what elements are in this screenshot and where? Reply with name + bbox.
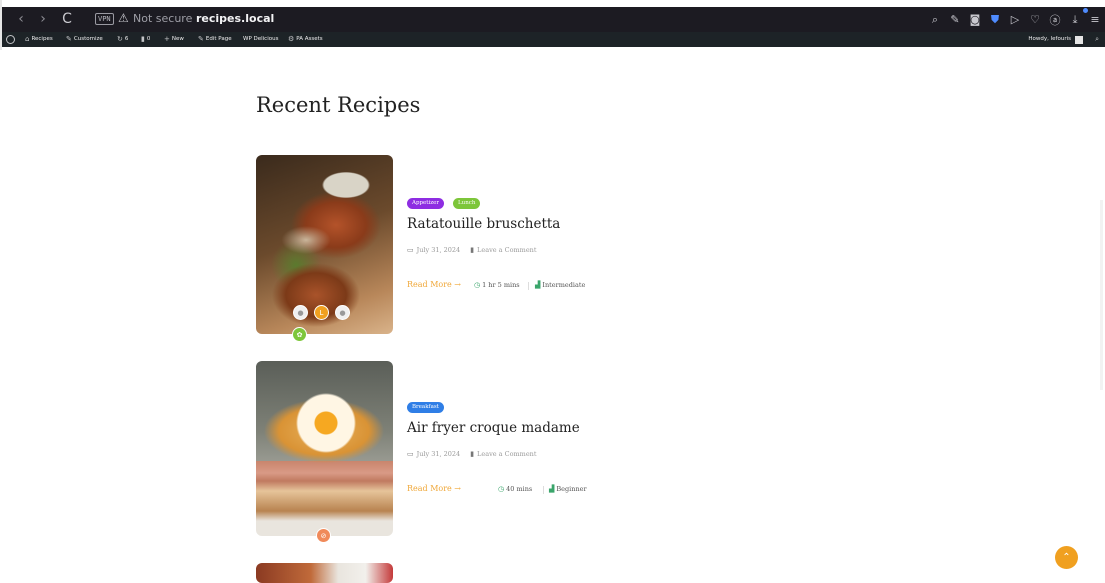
plus-icon: + [164, 35, 170, 43]
adminbar-edit-page[interactable]: ✎ Edit Page [198, 32, 232, 47]
security-status[interactable]: Not secure [133, 12, 192, 25]
menu-icon[interactable]: ≡ [1085, 13, 1105, 26]
comment-icon: ▮ [470, 450, 475, 458]
page-title: Recent Recipes [256, 93, 421, 117]
difficulty: ▟ Beginner [549, 485, 587, 493]
calendar-icon: ▭ [407, 246, 414, 254]
cook-time: ◷ 40 mins [498, 485, 533, 493]
tag-breakfast[interactable]: Breakfast [407, 402, 444, 413]
recipe-image-partial[interactable] [256, 563, 393, 583]
comment-icon: ▮ [141, 35, 145, 43]
adminbar-updates[interactable]: ↻ 6 [117, 32, 128, 47]
tag-lunch[interactable]: Lunch [453, 198, 481, 209]
search-zoom-icon[interactable]: ⌕ [925, 13, 945, 27]
warning-icon[interactable]: ⚠ [118, 11, 129, 25]
reload-icon[interactable]: C [58, 10, 76, 28]
recipe-title[interactable]: Ratatouille bruschetta [407, 216, 560, 232]
pencil-icon: ✎ [198, 35, 204, 43]
tag-appetizer[interactable]: Appetizer [407, 198, 445, 209]
recipe-meta: ▭ July 31, 2024 ▮ Leave a Comment [407, 246, 536, 254]
nut-badge-icon: ● [335, 305, 350, 320]
adminbar-customize[interactable]: ✎ Customize [66, 32, 103, 47]
divider [543, 486, 544, 494]
adminbar-site-name[interactable]: ⌂ Recipes [25, 32, 53, 47]
adminbar-pa-assets[interactable]: ⚙ PA Assets [288, 32, 323, 47]
adminbar-account[interactable]: Howdy, lefouris [1028, 32, 1083, 47]
recipe-date[interactable]: July 31, 2024 [417, 450, 461, 458]
browser-icons: ⌕ ✎ ◙ ⛊ ▷ ♡ ⓐ ⤓ ≡ [925, 7, 1105, 32]
vegan-badge-icon: ● [293, 305, 308, 320]
gear-icon: ⚙ [288, 35, 295, 43]
adminbar-new[interactable]: + New [164, 32, 184, 47]
send-icon[interactable]: ▷ [1005, 13, 1025, 26]
updates-icon: ↻ [117, 35, 123, 43]
leave-comment-link[interactable]: Leave a Comment [477, 450, 536, 458]
adminbar-wp-delicious[interactable]: WP Delicious [243, 32, 278, 47]
difficulty: ▟ Intermediate [535, 281, 586, 289]
read-more-link[interactable]: Read More → [407, 484, 461, 493]
camera-icon[interactable]: ◙ [965, 13, 985, 26]
read-more-link[interactable]: Read More → [407, 280, 461, 289]
lactose-badge-icon: L [314, 305, 329, 320]
download-icon[interactable]: ⤓ [1065, 13, 1085, 27]
leave-comment-link[interactable]: Leave a Comment [477, 246, 536, 254]
page-scrollbar[interactable] [1100, 200, 1103, 390]
browser-toolbar: ‹ › C VPN ⚠ Not secure recipes.local ⌕ ✎… [0, 7, 1105, 32]
heart-icon[interactable]: ♡ [1025, 13, 1045, 26]
back-icon[interactable]: ‹ [12, 10, 30, 28]
scroll-to-top-button[interactable]: ⌃ [1055, 546, 1078, 569]
chevron-up-icon: ⌃ [1062, 552, 1071, 563]
comment-icon: ▮ [470, 246, 475, 254]
shield-icon[interactable]: ⛊ [985, 13, 1005, 27]
difficulty-bars-icon: ▟ [535, 281, 541, 289]
top-margin [0, 0, 1105, 7]
home-icon: ⌂ [25, 35, 30, 43]
leaf-badge-icon: ✿ [292, 327, 307, 342]
window-edge [0, 0, 2, 50]
edit-icon[interactable]: ✎ [945, 13, 965, 26]
avatar [1075, 35, 1083, 44]
recipe-meta: ▭ July 31, 2024 ▮ Leave a Comment [407, 450, 536, 458]
recipe-image-air-fryer-croque-madame[interactable] [256, 361, 393, 536]
download-badge [1083, 8, 1088, 13]
recipe-title[interactable]: Air fryer croque madame [407, 420, 580, 436]
calendar-icon: ▭ [407, 450, 414, 458]
address-bar-url[interactable]: recipes.local [196, 12, 274, 25]
recipe-date[interactable]: July 31, 2024 [417, 246, 461, 254]
cook-time: ◷ 1 hr 5 mins [474, 281, 520, 289]
clock-icon: ◷ [474, 281, 481, 289]
brush-icon: ✎ [66, 35, 72, 43]
wordpress-logo-icon[interactable] [6, 32, 15, 47]
forward-icon[interactable]: › [34, 10, 52, 28]
adminbar-search-icon[interactable]: ⌕ [1095, 32, 1099, 47]
wp-admin-bar: ⌂ Recipes ✎ Customize ↻ 6 ▮ 0 + New ✎ Edit Pag… [0, 32, 1105, 47]
clock-icon: ◷ [498, 485, 505, 493]
difficulty-bars-icon: ▟ [549, 485, 555, 493]
vpn-badge[interactable]: VPN [95, 13, 114, 25]
adminbar-comments[interactable]: ▮ 0 [141, 32, 150, 47]
divider [528, 282, 529, 290]
profile-icon[interactable]: ⓐ [1045, 12, 1065, 28]
no-gluten-badge-icon: ⊘ [316, 528, 331, 543]
